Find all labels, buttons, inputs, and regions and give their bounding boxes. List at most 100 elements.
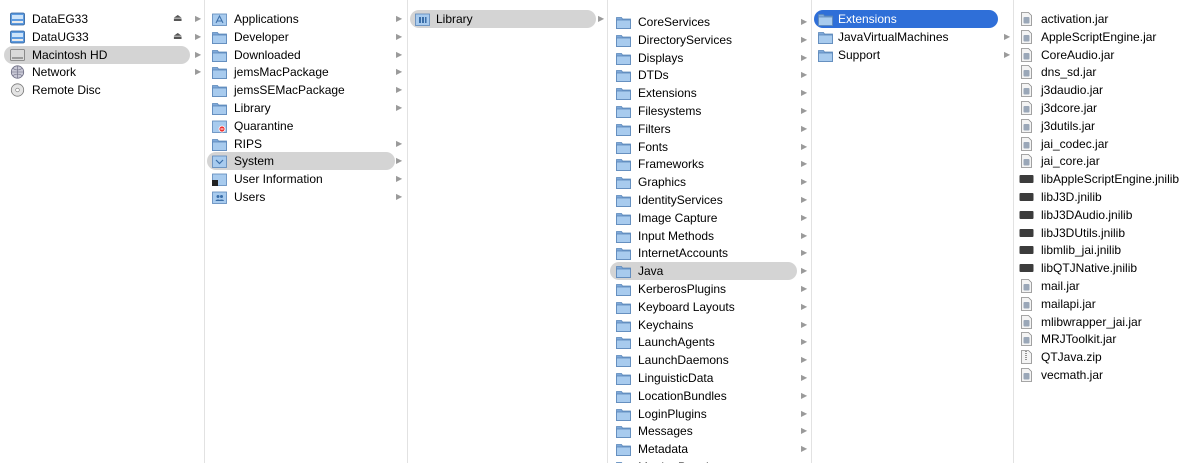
browser-item-jemssemacpackage[interactable]: jemsSEMacPackage ▶ xyxy=(207,81,402,99)
browser-item-libj3d-jnilib[interactable]: libJ3D.jnilib xyxy=(1016,188,1198,206)
browser-item-dtds[interactable]: DTDs ▶ xyxy=(610,66,807,84)
restricted-folder-icon xyxy=(212,119,227,133)
disclosure-arrow-icon: ▶ xyxy=(801,213,808,222)
browser-item-library[interactable]: Library ▶ xyxy=(410,10,604,28)
browser-item-mlibwrapper-jai-jar[interactable]: mlibwrapper_jai.jar xyxy=(1016,313,1198,331)
browser-item-rips[interactable]: RIPS ▶ xyxy=(207,135,402,153)
browser-item-launchagents[interactable]: LaunchAgents ▶ xyxy=(610,333,807,351)
item-label: libmlib_jai.jnilib xyxy=(1041,243,1122,257)
browser-item-graphics[interactable]: Graphics ▶ xyxy=(610,173,807,191)
browser-item-applications[interactable]: Applications ▶ xyxy=(207,10,402,28)
browser-item-filters[interactable]: Filters ▶ xyxy=(610,120,807,138)
browser-item-system[interactable]: System ▶ xyxy=(207,152,402,170)
browser-item-support[interactable]: Support ▶ xyxy=(814,46,1010,64)
disclosure-arrow-icon: ▶ xyxy=(396,174,403,183)
jar-file-icon xyxy=(1019,65,1034,79)
browser-item-dns-sd-jar[interactable]: dns_sd.jar xyxy=(1016,63,1198,81)
sidebar-item-remote-disc[interactable]: Remote Disc xyxy=(4,81,190,99)
browser-item-j3dutils-jar[interactable]: j3dutils.jar xyxy=(1016,117,1198,135)
sidebar-item-macintosh-hd[interactable]: Macintosh HD ▶ xyxy=(4,46,201,64)
browser-item-jemsmacpackage[interactable]: jemsMacPackage ▶ xyxy=(207,63,402,81)
info-folder-icon xyxy=(212,172,227,186)
browser-item-locationbundles[interactable]: LocationBundles ▶ xyxy=(610,387,807,405)
folder-icon xyxy=(616,51,631,65)
browser-item-qtjava-zip[interactable]: QTJava.zip xyxy=(1016,348,1198,366)
browser-item-jai-codec-jar[interactable]: jai_codec.jar xyxy=(1016,135,1198,153)
sidebar-item-dataug33[interactable]: DataUG33 ⏏ ▶ xyxy=(4,28,201,46)
browser-item-mailapi-jar[interactable]: mailapi.jar xyxy=(1016,295,1198,313)
jnilib-file-icon xyxy=(1019,208,1034,222)
item-label: DataUG33 xyxy=(32,30,89,44)
browser-item-vecmath-jar[interactable]: vecmath.jar xyxy=(1016,366,1198,384)
browser-item-identityservices[interactable]: IdentityServices ▶ xyxy=(610,191,807,209)
browser-item-users[interactable]: Users ▶ xyxy=(207,188,402,206)
folder-icon xyxy=(616,407,631,421)
browser-item-filesystems[interactable]: Filesystems ▶ xyxy=(610,102,807,120)
folder-icon xyxy=(616,175,631,189)
browser-item-extensions[interactable]: Extensions ▶ xyxy=(814,10,1010,28)
item-label: CoreAudio.jar xyxy=(1041,48,1115,62)
disclosure-arrow-icon: ▶ xyxy=(1004,50,1011,59)
browser-item-libapplescriptengine-jnilib[interactable]: libAppleScriptEngine.jnilib xyxy=(1016,170,1198,188)
disclosure-arrow-icon: ▶ xyxy=(801,444,808,453)
browser-item-fonts[interactable]: Fonts ▶ xyxy=(610,138,807,156)
browser-item-coreservices[interactable]: CoreServices ▶ xyxy=(610,13,807,31)
browser-item-extensions[interactable]: Extensions ▶ xyxy=(610,84,807,102)
folder-icon xyxy=(212,101,227,115)
item-label: Library xyxy=(234,101,271,115)
disclosure-arrow-icon: ▶ xyxy=(801,70,808,79)
browser-item-quarantine[interactable]: Quarantine xyxy=(207,117,395,135)
sidebar-item-network[interactable]: Network ▶ xyxy=(4,63,201,81)
disclosure-arrow-icon: ▶ xyxy=(801,391,808,400)
browser-item-mail-jar[interactable]: mail.jar xyxy=(1016,277,1198,295)
browser-item-javavirtualmachines[interactable]: JavaVirtualMachines ▶ xyxy=(814,28,1010,46)
item-label: Filesystems xyxy=(638,104,702,118)
eject-icon[interactable]: ⏏ xyxy=(173,10,182,28)
browser-item-kerberosplugins[interactable]: KerberosPlugins ▶ xyxy=(610,280,807,298)
disclosure-arrow-icon: ▶ xyxy=(801,284,808,293)
browser-item-j3daudio-jar[interactable]: j3daudio.jar xyxy=(1016,81,1198,99)
browser-item-messages[interactable]: Messages ▶ xyxy=(610,422,807,440)
item-label: Macintosh HD xyxy=(32,48,108,62)
browser-item-loginplugins[interactable]: LoginPlugins ▶ xyxy=(610,405,807,423)
browser-item-monitorpanels[interactable]: MonitorPanels ▶ xyxy=(610,458,807,463)
browser-item-directoryservices[interactable]: DirectoryServices ▶ xyxy=(610,31,807,49)
browser-item-libj3daudio-jnilib[interactable]: libJ3DAudio.jnilib xyxy=(1016,206,1198,224)
browser-item-library[interactable]: Library ▶ xyxy=(207,99,402,117)
item-label: IdentityServices xyxy=(638,193,723,207)
browser-item-keyboard-layouts[interactable]: Keyboard Layouts ▶ xyxy=(610,298,807,316)
browser-item-libqtjnative-jnilib[interactable]: libQTJNative.jnilib xyxy=(1016,259,1198,277)
browser-item-libj3dutils-jnilib[interactable]: libJ3DUtils.jnilib xyxy=(1016,224,1198,242)
browser-item-mrjtoolkit-jar[interactable]: MRJToolkit.jar xyxy=(1016,330,1198,348)
item-label: QTJava.zip xyxy=(1041,350,1102,364)
sidebar-item-dataeg33[interactable]: DataEG33 ⏏ ▶ xyxy=(4,10,201,28)
browser-item-input-methods[interactable]: Input Methods ▶ xyxy=(610,227,807,245)
disclosure-arrow-icon: ▶ xyxy=(801,88,808,97)
disc-icon xyxy=(10,83,25,97)
browser-item-metadata[interactable]: Metadata ▶ xyxy=(610,440,807,458)
browser-item-user-information[interactable]: User Information ▶ xyxy=(207,170,402,188)
browser-item-java[interactable]: Java ▶ xyxy=(610,262,807,280)
browser-item-frameworks[interactable]: Frameworks ▶ xyxy=(610,155,807,173)
browser-item-keychains[interactable]: Keychains ▶ xyxy=(610,316,807,334)
item-label: dns_sd.jar xyxy=(1041,65,1097,79)
folder-icon xyxy=(212,65,227,79)
browser-item-activation-jar[interactable]: activation.jar xyxy=(1016,10,1198,28)
browser-item-launchdaemons[interactable]: LaunchDaemons ▶ xyxy=(610,351,807,369)
item-label: activation.jar xyxy=(1041,12,1109,26)
browser-item-linguisticdata[interactable]: LinguisticData ▶ xyxy=(610,369,807,387)
eject-icon[interactable]: ⏏ xyxy=(173,28,182,46)
item-label: System xyxy=(234,154,275,168)
browser-item-internetaccounts[interactable]: InternetAccounts ▶ xyxy=(610,244,807,262)
browser-item-applescriptengine-jar[interactable]: AppleScriptEngine.jar xyxy=(1016,28,1198,46)
browser-item-downloaded[interactable]: Downloaded ▶ xyxy=(207,46,402,64)
browser-item-j3dcore-jar[interactable]: j3dcore.jar xyxy=(1016,99,1198,117)
browser-item-displays[interactable]: Displays ▶ xyxy=(610,49,807,67)
item-label: Extensions xyxy=(638,86,697,100)
browser-item-libmlib-jai-jnilib[interactable]: libmlib_jai.jnilib xyxy=(1016,241,1198,259)
browser-item-developer[interactable]: Developer ▶ xyxy=(207,28,402,46)
browser-item-jai-core-jar[interactable]: jai_core.jar xyxy=(1016,152,1198,170)
browser-item-coreaudio-jar[interactable]: CoreAudio.jar xyxy=(1016,46,1198,64)
browser-item-image-capture[interactable]: Image Capture ▶ xyxy=(610,209,807,227)
column-extensions: activation.jar AppleScriptEngine.jar CoreA… xyxy=(1014,0,1200,463)
